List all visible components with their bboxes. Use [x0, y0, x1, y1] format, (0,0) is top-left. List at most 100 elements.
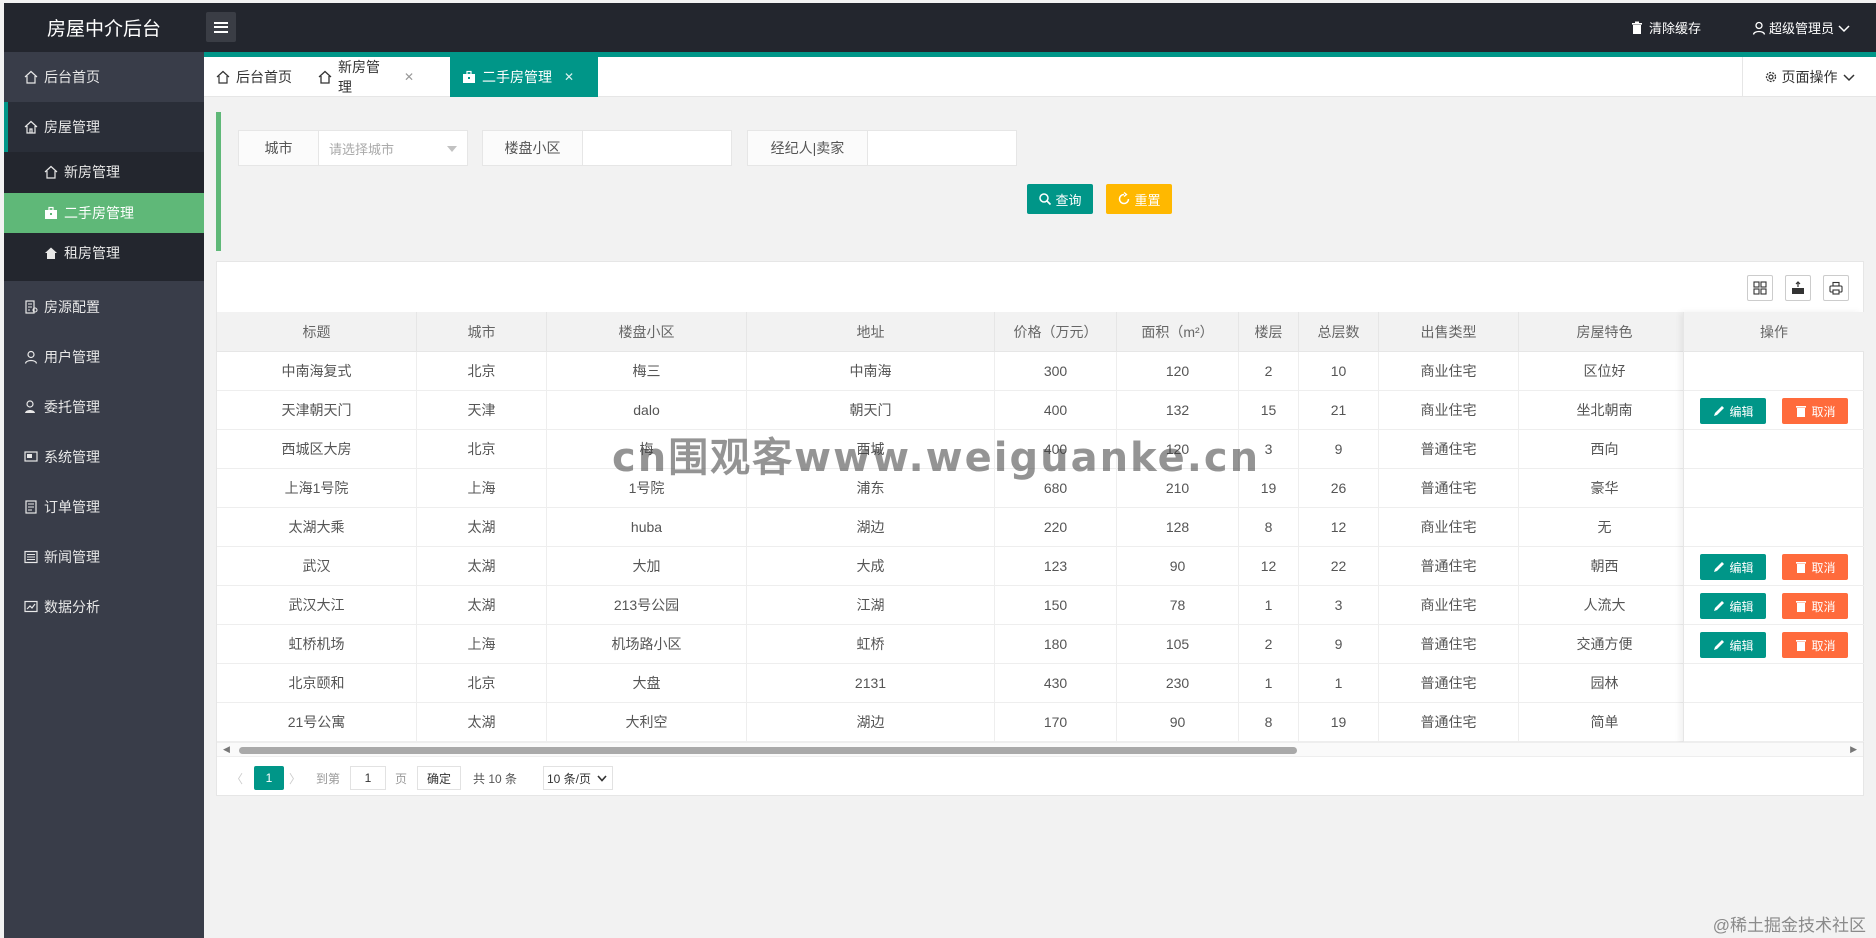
sidebar-item-users[interactable]: 用户管理 [4, 332, 204, 382]
table-cell: 2 [1239, 625, 1299, 663]
hamburger-icon [214, 21, 228, 33]
cancel-label: 取消 [1811, 638, 1836, 653]
table-row[interactable]: 武汉大江 太湖 213号公园 江湖 150 78 1 3 商业住宅 人流大 [217, 586, 1863, 625]
export-icon[interactable] [1785, 275, 1811, 301]
goto-confirm-button[interactable]: 确定 [417, 766, 461, 790]
sidebar-item-orders[interactable]: 订单管理 [4, 482, 204, 532]
table-cell: 武汉大江 [217, 586, 417, 624]
table-cell: 西向 [1519, 430, 1691, 468]
goto-page-input[interactable]: 1 [350, 766, 386, 790]
horizontal-scrollbar[interactable]: ◀ ▶ [217, 742, 1863, 756]
table-cell: 180 [995, 625, 1117, 663]
sidebar-subitem-new-house[interactable]: 新房管理 [4, 152, 204, 192]
cancel-button[interactable]: 取消 [1782, 593, 1848, 619]
user-menu[interactable]: 超级管理员 [1752, 3, 1851, 52]
columns-filter-icon[interactable] [1747, 275, 1773, 301]
scroll-right-icon[interactable]: ▶ [1850, 744, 1857, 755]
table-row[interactable]: 北京颐和 北京 大盘 2131 430 230 1 1 普通住宅 园林 [217, 664, 1863, 703]
cancel-button[interactable]: 取消 [1782, 632, 1848, 658]
tab-home[interactable]: 后台首页 [204, 57, 306, 97]
page-current[interactable]: 1 [254, 766, 284, 790]
table-cell: 太湖 [417, 508, 547, 546]
cancel-button[interactable]: 取消 [1782, 554, 1848, 580]
tab-new-house[interactable]: 新房管理 ✕ [306, 57, 426, 97]
table-cell: 2131 [747, 664, 995, 702]
prev-page-icon[interactable]: 〈 [229, 766, 245, 790]
table-cell: 上海1号院 [217, 469, 417, 507]
scroll-left-icon[interactable]: ◀ [223, 744, 230, 755]
sidebar-item-system[interactable]: 系统管理 [4, 432, 204, 482]
table-cell: 江湖 [747, 586, 995, 624]
table-cell: 北京 [417, 352, 547, 390]
sidebar-subitem-second-hand[interactable]: 二手房管理 [4, 193, 204, 233]
column-header: 总层数 [1299, 312, 1379, 352]
close-icon[interactable]: ✕ [404, 70, 414, 84]
house-icon [318, 70, 332, 84]
table-cell: 太湖 [417, 586, 547, 624]
chart-icon [24, 600, 38, 614]
per-page-select[interactable]: 10 条/页 [543, 766, 613, 790]
table-cell: 西城区大房 [217, 430, 417, 468]
city-select[interactable]: 请选择城市 [319, 131, 467, 165]
ops-row [1684, 430, 1864, 469]
corner-watermark: @稀土掘金技术社区 [1712, 916, 1866, 935]
ops-row [1684, 664, 1864, 703]
ops-row [1684, 508, 1864, 547]
edit-button[interactable]: 编辑 [1700, 554, 1766, 580]
close-icon[interactable]: ✕ [564, 70, 574, 84]
page-ops-button[interactable]: 页面操作 [1742, 57, 1876, 97]
table-cell: 普通住宅 [1379, 664, 1519, 702]
sidebar-item-analytics[interactable]: 数据分析 [4, 582, 204, 632]
sidebar: 后台首页 房屋管理 新房管理 二手房管理 租房管理 房源配置 用户管理 委托管理… [4, 52, 204, 938]
sidebar-item-news[interactable]: 新闻管理 [4, 532, 204, 582]
table-cell: 90 [1117, 703, 1239, 741]
column-header: 标题 [217, 312, 417, 352]
table-cell: 天津 [417, 391, 547, 429]
table-cell: 商业住宅 [1379, 586, 1519, 624]
top-header: 房屋中介后台 清除缓存 超级管理员 [4, 3, 1876, 52]
print-icon[interactable] [1823, 275, 1849, 301]
order-icon [24, 500, 38, 514]
table-row[interactable]: 21号公寓 太湖 大利空 湖边 170 90 8 19 普通住宅 简单 [217, 703, 1863, 742]
cancel-button[interactable]: 取消 [1782, 398, 1848, 424]
edit-button[interactable]: 编辑 [1700, 632, 1766, 658]
city-field: 城市 请选择城市 [238, 130, 468, 166]
sidebar-item-home[interactable]: 后台首页 [4, 52, 204, 102]
edit-button[interactable]: 编辑 [1700, 398, 1766, 424]
table-cell: 128 [1117, 508, 1239, 546]
reset-button[interactable]: 重置 [1106, 184, 1172, 214]
sidebar-item-config[interactable]: 房源配置 [4, 282, 204, 332]
table-row[interactable]: 中南海复式 北京 梅三 中南海 300 120 2 10 商业住宅 区位好 [217, 352, 1863, 391]
table-cell: 人流大 [1519, 586, 1691, 624]
column-header: 楼层 [1239, 312, 1299, 352]
table-row[interactable]: 虹桥机场 上海 机场路小区 虹桥 180 105 2 9 普通住宅 交通方便 [217, 625, 1863, 664]
menu-toggle-button[interactable] [206, 12, 236, 42]
agent-input[interactable] [868, 131, 1016, 165]
table-cell: 普通住宅 [1379, 625, 1519, 663]
tab-second-hand[interactable]: 二手房管理 ✕ [450, 57, 598, 97]
table-cell: 大成 [747, 547, 995, 585]
table-cell: 上海 [417, 625, 547, 663]
table-cell: 78 [1117, 586, 1239, 624]
table-cell: 湖边 [747, 703, 995, 741]
community-input[interactable] [583, 131, 731, 165]
clear-cache-button[interactable]: 清除缓存 [1630, 3, 1701, 52]
scroll-thumb[interactable] [239, 747, 1297, 754]
sidebar-item-house[interactable]: 房屋管理 [4, 102, 204, 152]
table-cell: 12 [1299, 508, 1379, 546]
config-icon [24, 300, 38, 314]
next-page-icon[interactable]: 〉 [287, 766, 303, 790]
table-cell: 9 [1299, 430, 1379, 468]
community-field: 楼盘小区 [482, 130, 732, 166]
table-cell: 15 [1239, 391, 1299, 429]
sidebar-item-label: 委托管理 [44, 399, 100, 415]
ops-row: 编辑 取消 [1684, 391, 1864, 430]
community-label: 楼盘小区 [483, 131, 583, 165]
table-cell: 10 [1299, 352, 1379, 390]
table-row[interactable]: 武汉 太湖 大加 大成 123 90 12 22 普通住宅 朝西 [217, 547, 1863, 586]
sidebar-subitem-rent[interactable]: 租房管理 [4, 233, 204, 273]
sidebar-item-entrust[interactable]: 委托管理 [4, 382, 204, 432]
edit-button[interactable]: 编辑 [1700, 593, 1766, 619]
table-row[interactable]: 太湖大乘 太湖 huba 湖边 220 128 8 12 商业住宅无 [217, 508, 1863, 547]
query-button[interactable]: 查询 [1027, 184, 1093, 214]
